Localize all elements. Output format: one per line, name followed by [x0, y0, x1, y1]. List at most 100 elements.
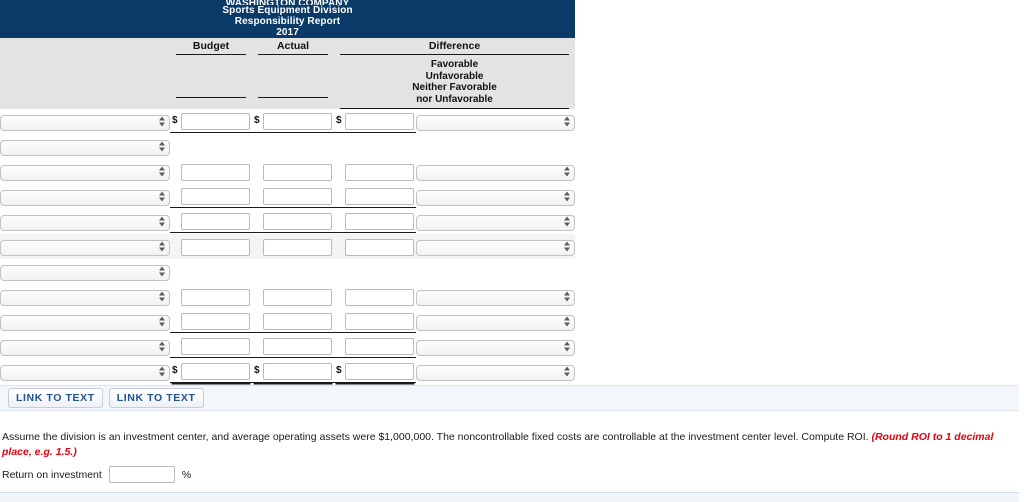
- account-select-1[interactable]: [0, 139, 170, 156]
- difference-input-7[interactable]: [345, 288, 414, 306]
- account-select-wrap: [0, 287, 170, 306]
- difference-input-2[interactable]: [345, 163, 414, 181]
- difference-legend-cell: Favorable Unfavorable Neither Favorable …: [334, 55, 575, 109]
- account-select-7[interactable]: [0, 289, 170, 306]
- actual-cellbox: $: [252, 335, 334, 358]
- favorability-select-3[interactable]: [416, 189, 576, 206]
- account-select-6[interactable]: [0, 264, 170, 281]
- actual-input-2[interactable]: [263, 163, 332, 181]
- budget-fieldbox: [181, 186, 250, 205]
- question-prompt: Assume the division is an investment cen…: [2, 430, 1020, 460]
- budget-money: $: [172, 162, 250, 181]
- actual-cell: [252, 259, 334, 284]
- link-to-text-button-1[interactable]: LINK TO TEXT: [8, 388, 103, 408]
- budget-cell: $: [170, 234, 252, 259]
- column-header-actual-cell: Actual: [252, 38, 334, 55]
- budget-cellbox: $: [170, 161, 252, 183]
- table-row: [0, 259, 575, 284]
- budget-input-10[interactable]: [181, 363, 250, 380]
- budget-input-2[interactable]: [181, 163, 250, 181]
- budget-input-4[interactable]: [181, 213, 250, 230]
- favorability-select-wrap: [416, 212, 576, 231]
- budget-input-9[interactable]: [181, 338, 250, 355]
- difference-cellbox: $: [334, 360, 416, 383]
- actual-input-3[interactable]: [263, 188, 332, 205]
- difference-input-10[interactable]: [345, 363, 414, 380]
- account-cell: [0, 284, 170, 309]
- favorability-select-wrap: [416, 312, 576, 331]
- budget-cellbox: $: [170, 110, 252, 133]
- budget-input-7[interactable]: [181, 288, 250, 306]
- column-header-account: [0, 38, 170, 55]
- difference-money: $: [336, 111, 414, 130]
- actual-input-0[interactable]: [263, 113, 332, 130]
- actual-cell: $: [252, 284, 334, 309]
- budget-input-5[interactable]: [181, 238, 250, 256]
- table-row: $$$: [0, 184, 576, 209]
- currency-symbol: $: [336, 115, 342, 126]
- budget-cell: $: [170, 334, 252, 359]
- table-row: $$$: [0, 159, 576, 184]
- favorability-cell: [416, 134, 575, 159]
- actual-cellbox: $: [252, 110, 334, 133]
- favorability-select-4[interactable]: [416, 214, 576, 231]
- roi-label: Return on investment: [2, 468, 102, 481]
- actual-input-5[interactable]: [263, 238, 332, 256]
- favorability-select-7[interactable]: [416, 289, 576, 306]
- actual-cellbox: $: [252, 360, 334, 383]
- prompt-text: Assume the division is an investment cen…: [2, 431, 872, 443]
- favorability-select-2[interactable]: [416, 164, 576, 181]
- account-select-5[interactable]: [0, 239, 170, 256]
- difference-input-4[interactable]: [345, 213, 414, 230]
- difference-cell: $: [334, 359, 416, 384]
- difference-input-3[interactable]: [345, 188, 414, 205]
- budget-input-3[interactable]: [181, 188, 250, 205]
- budget-money: $: [172, 186, 250, 205]
- favorability-cell: [416, 184, 576, 209]
- account-select-4[interactable]: [0, 214, 170, 231]
- favorability-select-10[interactable]: [416, 364, 576, 381]
- actual-input-7[interactable]: [263, 288, 332, 306]
- budget-input-8[interactable]: [181, 313, 250, 330]
- difference-input-9[interactable]: [345, 338, 414, 355]
- actual-money: $: [254, 287, 332, 306]
- account-select-3[interactable]: [0, 189, 170, 206]
- account-select-2[interactable]: [0, 164, 170, 181]
- difference-input-5[interactable]: [345, 238, 414, 256]
- actual-input-4[interactable]: [263, 213, 332, 230]
- account-select-0[interactable]: [0, 114, 170, 131]
- roi-input[interactable]: [108, 466, 175, 483]
- actual-input-10[interactable]: [263, 363, 332, 380]
- actual-input-8[interactable]: [263, 313, 332, 330]
- budget-input-0[interactable]: [181, 113, 250, 130]
- favorability-select-5[interactable]: [416, 239, 576, 256]
- actual-cell: $: [252, 309, 334, 334]
- difference-cellbox: $: [334, 310, 416, 333]
- account-select-wrap: [0, 312, 170, 331]
- link-to-text-button-2[interactable]: LINK TO TEXT: [108, 388, 204, 408]
- legend-spacer-actual: [252, 55, 334, 109]
- actual-fieldbox: [263, 237, 332, 256]
- account-select-10[interactable]: [0, 364, 170, 381]
- account-select-9[interactable]: [0, 339, 170, 356]
- difference-cell: $: [334, 184, 416, 209]
- account-cell: [0, 184, 170, 209]
- actual-input-9[interactable]: [263, 338, 332, 355]
- budget-cellbox: $: [170, 286, 252, 308]
- actual-cell: $: [252, 234, 334, 259]
- budget-cell: $: [170, 359, 252, 384]
- actual-bottom-rule: [258, 96, 328, 98]
- difference-fieldbox: [345, 237, 414, 256]
- account-cell: [0, 334, 170, 359]
- difference-money: $: [336, 237, 414, 256]
- favorability-select-0[interactable]: [416, 114, 576, 131]
- budget-cell: $: [170, 184, 252, 209]
- table-row: $$$: [0, 209, 576, 234]
- difference-input-8[interactable]: [345, 313, 414, 330]
- actual-cell: [252, 134, 334, 159]
- difference-input-0[interactable]: [345, 113, 414, 130]
- favorability-select-8[interactable]: [416, 314, 576, 331]
- favorability-select-9[interactable]: [416, 339, 576, 356]
- account-select-8[interactable]: [0, 314, 170, 331]
- legend-nor-unfavorable: nor Unfavorable: [416, 93, 493, 105]
